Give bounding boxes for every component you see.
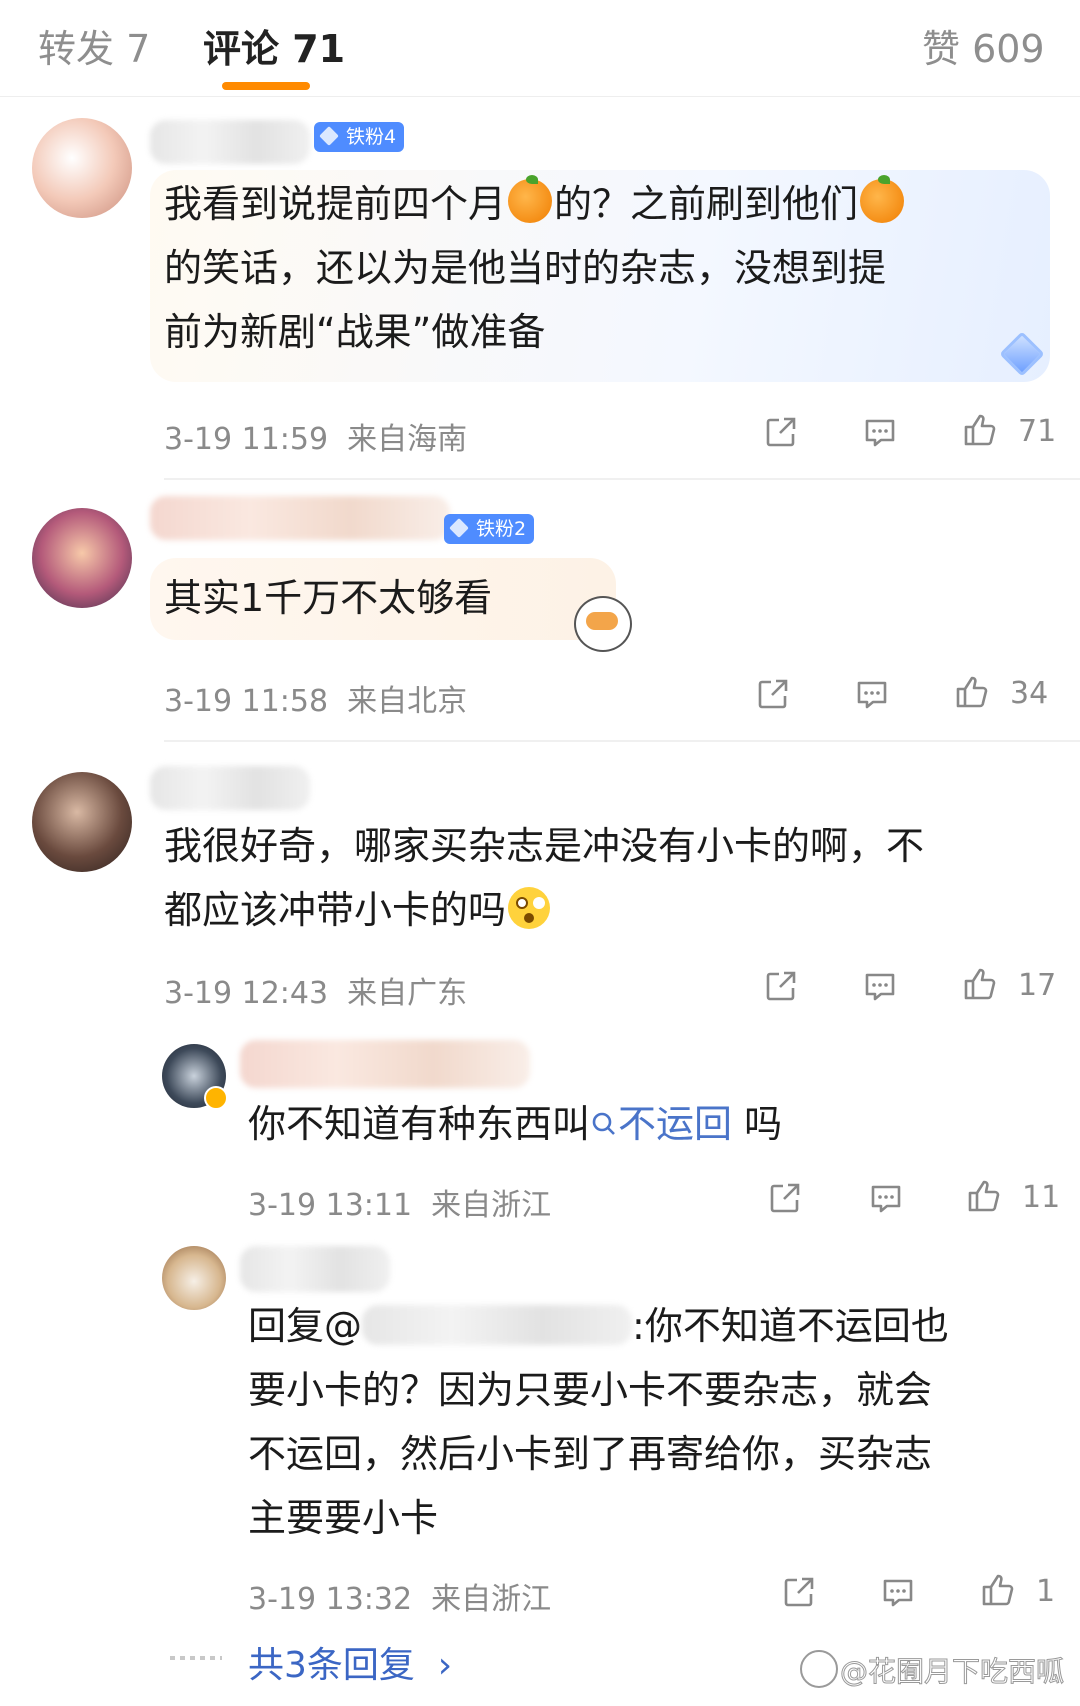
like-count: 71 <box>1018 414 1057 449</box>
username-blurred[interactable] <box>240 1040 530 1088</box>
reply-time: 3-19 13:11 来自浙江 <box>248 1188 552 1223</box>
comment-icon[interactable] <box>880 1574 916 1610</box>
comment-text-line: 前为新剧“战果”做准备 <box>164 310 546 354</box>
comment-icon[interactable] <box>862 968 898 1004</box>
share-icon[interactable] <box>763 968 799 1004</box>
share-icon[interactable] <box>763 414 799 450</box>
search-icon <box>592 1112 615 1135</box>
view-more-replies-link[interactable]: 共3条回复 › <box>248 1636 452 1688</box>
like-count: 34 <box>1010 676 1049 711</box>
avatar[interactable] <box>32 508 132 608</box>
like-icon[interactable] <box>954 674 990 710</box>
username-blurred[interactable] <box>150 120 310 164</box>
share-icon[interactable] <box>767 1180 803 1216</box>
tab-bar: 转发 7 评论 71 赞 609 <box>0 0 1080 97</box>
like-count: 11 <box>1022 1180 1061 1215</box>
active-tab-indicator <box>222 82 310 90</box>
divider <box>164 740 1080 742</box>
reply-text-line: 主要要小卡 <box>248 1496 439 1540</box>
avatar[interactable] <box>162 1246 226 1310</box>
weibo-logo-icon <box>800 1650 838 1688</box>
watermark: @花囿月下吃西呱 <box>839 1655 1065 1689</box>
username-blurred[interactable] <box>150 766 310 810</box>
fan-badge[interactable]: 铁粉4 <box>314 122 405 152</box>
sticker-emoji-icon <box>574 596 632 652</box>
comment-time: 3-19 12:43 来自广东 <box>164 976 468 1011</box>
username-blurred[interactable] <box>150 496 450 540</box>
reply-text-line: 要小卡的？因为只要小卡不要杂志，就会 <box>248 1368 933 1412</box>
like-count: 17 <box>1018 968 1057 1003</box>
shocked-emoji-icon <box>508 887 551 929</box>
like-icon[interactable] <box>962 412 998 448</box>
divider <box>164 478 1080 480</box>
verified-badge-icon <box>204 1086 228 1110</box>
comment-icon[interactable] <box>854 676 890 712</box>
reply-time: 3-19 13:32 来自浙江 <box>248 1582 552 1617</box>
fan-badge[interactable]: 铁粉2 <box>444 514 535 544</box>
comment-text-line: 的笑话，还以为是他当时的杂志，没想到提 <box>164 246 887 290</box>
comment-icon[interactable] <box>862 414 898 450</box>
orange-emoji-icon <box>860 175 905 223</box>
comment-text: 我看到说提前四个月 的？之前刷到他们 <box>164 172 906 236</box>
tab-comments[interactable]: 评论 71 <box>203 18 345 73</box>
like-icon[interactable] <box>962 966 998 1002</box>
tab-likes[interactable]: 赞 609 <box>922 18 1045 73</box>
reply-text: 回复@:你不知道不运回也 <box>248 1304 949 1348</box>
like-count: 1 <box>1036 1574 1056 1609</box>
share-icon[interactable] <box>781 1574 817 1610</box>
dotted-line <box>170 1656 222 1660</box>
topic-link[interactable]: 不运回 <box>590 1102 732 1146</box>
comment-text-line: 我很好奇，哪家买杂志是冲没有小卡的啊，不 <box>164 824 925 868</box>
comment-text: 其实1千万不太够看 <box>164 576 493 620</box>
like-icon[interactable] <box>966 1178 1002 1214</box>
username-blurred[interactable] <box>240 1246 390 1292</box>
mention-blurred[interactable] <box>362 1305 633 1345</box>
like-icon[interactable] <box>980 1572 1016 1608</box>
chevron-right-icon: › <box>437 1645 453 1686</box>
avatar[interactable] <box>32 118 132 218</box>
reply-text: 你不知道有种东西叫 不运回 吗 <box>248 1102 783 1146</box>
tab-repost[interactable]: 转发 7 <box>38 18 150 73</box>
comment-icon[interactable] <box>868 1180 904 1216</box>
comment-time: 3-19 11:58 来自北京 <box>164 684 468 719</box>
share-icon[interactable] <box>755 676 791 712</box>
avatar[interactable] <box>32 772 132 872</box>
comment-time: 3-19 11:59 来自海南 <box>164 422 468 457</box>
reply-text-line: 不运回，然后小卡到了再寄给你，买杂志 <box>248 1432 933 1476</box>
comment-text: 都应该冲带小卡的吗 <box>164 878 551 942</box>
orange-emoji-icon <box>508 175 553 223</box>
